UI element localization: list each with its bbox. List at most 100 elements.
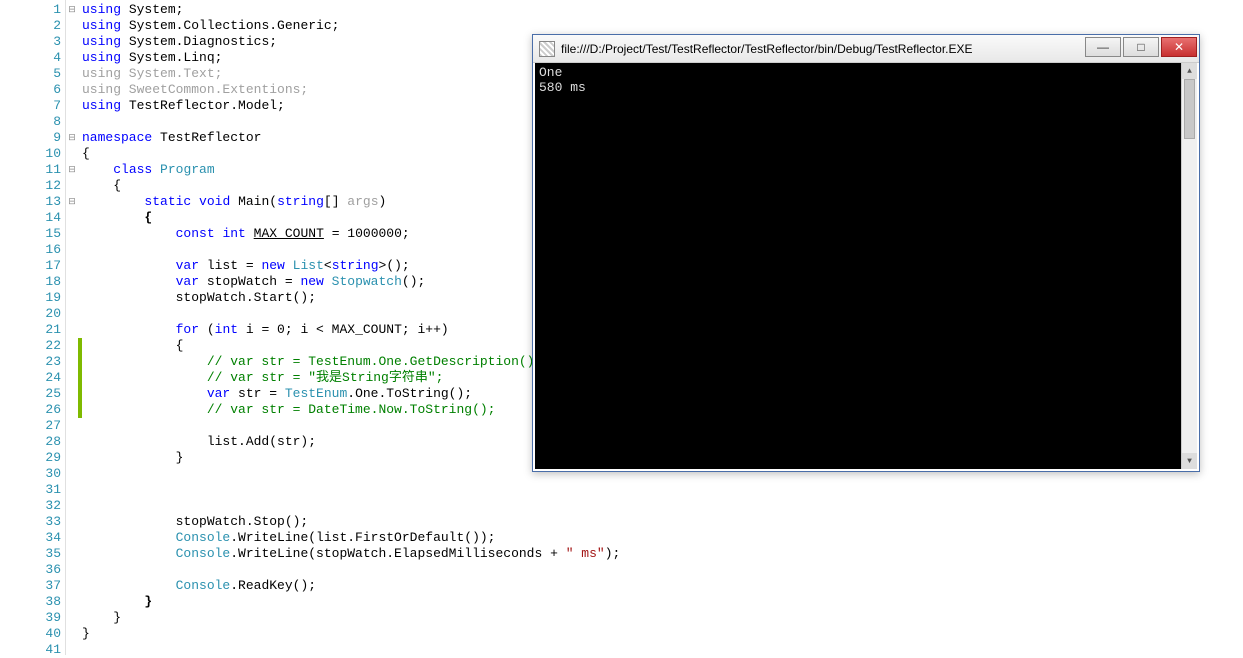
fold-spacer: [66, 98, 78, 114]
console-scrollbar[interactable]: ▲ ▼: [1181, 63, 1197, 469]
line-number: 6: [0, 82, 65, 98]
titlebar[interactable]: file:///D:/Project/Test/TestReflector/Te…: [533, 35, 1199, 63]
line-number: 37: [0, 578, 65, 594]
fold-spacer: [66, 226, 78, 242]
line-number: 12: [0, 178, 65, 194]
maximize-button[interactable]: □: [1123, 37, 1159, 57]
line-number: 27: [0, 418, 65, 434]
fold-spacer: [66, 322, 78, 338]
fold-toggle-icon[interactable]: [66, 2, 78, 18]
line-number: 22: [0, 338, 65, 354]
code-line[interactable]: [82, 562, 1243, 578]
fold-spacer: [66, 642, 78, 658]
fold-spacer: [66, 290, 78, 306]
line-number: 28: [0, 434, 65, 450]
scroll-up-icon[interactable]: ▲: [1182, 63, 1197, 79]
fold-spacer: [66, 210, 78, 226]
line-number: 31: [0, 482, 65, 498]
window-title: file:///D:/Project/Test/TestReflector/Te…: [561, 42, 1085, 56]
line-number: 26: [0, 402, 65, 418]
line-number: 11: [0, 162, 65, 178]
fold-spacer: [66, 66, 78, 82]
fold-spacer: [66, 50, 78, 66]
code-line[interactable]: Console.WriteLine(list.FirstOrDefault())…: [82, 530, 1243, 546]
fold-toggle-icon[interactable]: [66, 130, 78, 146]
line-number: 24: [0, 370, 65, 386]
line-number: 13: [0, 194, 65, 210]
line-number: 35: [0, 546, 65, 562]
line-number-gutter: 1234567891011121314151617181920212223242…: [0, 0, 66, 655]
line-number: 19: [0, 290, 65, 306]
fold-toggle-icon[interactable]: [66, 162, 78, 178]
fold-spacer: [66, 34, 78, 50]
line-number: 10: [0, 146, 65, 162]
line-number: 29: [0, 450, 65, 466]
scroll-down-icon[interactable]: ▼: [1182, 453, 1197, 469]
fold-spacer: [66, 306, 78, 322]
line-number: 30: [0, 466, 65, 482]
code-line[interactable]: [82, 498, 1243, 514]
code-line[interactable]: stopWatch.Stop();: [82, 514, 1243, 530]
line-number: 2: [0, 18, 65, 34]
line-number: 7: [0, 98, 65, 114]
fold-spacer: [66, 354, 78, 370]
line-number: 3: [0, 34, 65, 50]
scroll-thumb[interactable]: [1184, 79, 1195, 139]
line-number: 20: [0, 306, 65, 322]
fold-spacer: [66, 498, 78, 514]
code-line[interactable]: using System;: [82, 2, 1243, 18]
code-line[interactable]: Console.ReadKey();: [82, 578, 1243, 594]
line-number: 1: [0, 2, 65, 18]
fold-spacer: [66, 610, 78, 626]
code-line[interactable]: }: [82, 594, 1243, 610]
line-number: 8: [0, 114, 65, 130]
fold-spacer: [66, 146, 78, 162]
minimize-button[interactable]: —: [1085, 37, 1121, 57]
line-number: 36: [0, 562, 65, 578]
app-icon: [539, 41, 555, 57]
line-number: 15: [0, 226, 65, 242]
fold-spacer: [66, 562, 78, 578]
fold-spacer: [66, 434, 78, 450]
fold-spacer: [66, 578, 78, 594]
line-number: 9: [0, 130, 65, 146]
fold-spacer: [66, 514, 78, 530]
console-window[interactable]: file:///D:/Project/Test/TestReflector/Te…: [532, 34, 1200, 472]
line-number: 34: [0, 530, 65, 546]
fold-spacer: [66, 626, 78, 642]
code-line[interactable]: [82, 482, 1243, 498]
fold-spacer: [66, 386, 78, 402]
code-line[interactable]: [82, 642, 1243, 658]
fold-spacer: [66, 258, 78, 274]
line-number: 32: [0, 498, 65, 514]
fold-spacer: [66, 370, 78, 386]
console-output: One 580 ms: [535, 63, 1197, 469]
line-number: 25: [0, 386, 65, 402]
fold-spacer: [66, 242, 78, 258]
fold-spacer: [66, 482, 78, 498]
fold-spacer: [66, 178, 78, 194]
fold-spacer: [66, 594, 78, 610]
code-line[interactable]: }: [82, 626, 1243, 642]
code-line[interactable]: }: [82, 610, 1243, 626]
fold-spacer: [66, 402, 78, 418]
fold-spacer: [66, 466, 78, 482]
line-number: 41: [0, 642, 65, 658]
line-number: 16: [0, 242, 65, 258]
close-button[interactable]: ✕: [1161, 37, 1197, 57]
fold-spacer: [66, 450, 78, 466]
line-number: 38: [0, 594, 65, 610]
fold-spacer: [66, 18, 78, 34]
fold-spacer: [66, 530, 78, 546]
code-line[interactable]: Console.WriteLine(stopWatch.ElapsedMilli…: [82, 546, 1243, 562]
fold-toggle-icon[interactable]: [66, 194, 78, 210]
code-line[interactable]: using System.Collections.Generic;: [82, 18, 1243, 34]
fold-spacer: [66, 82, 78, 98]
fold-spacer: [66, 274, 78, 290]
line-number: 14: [0, 210, 65, 226]
line-number: 21: [0, 322, 65, 338]
line-number: 40: [0, 626, 65, 642]
fold-spacer: [66, 338, 78, 354]
fold-column[interactable]: [66, 0, 78, 655]
line-number: 39: [0, 610, 65, 626]
